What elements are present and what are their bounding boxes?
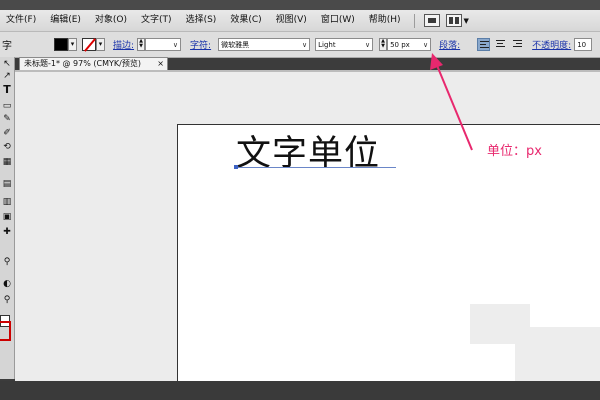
- type-tool-icon[interactable]: T: [0, 84, 14, 95]
- opacity-field[interactable]: 10: [574, 38, 593, 51]
- stroke-color-swatch[interactable]: [82, 38, 96, 51]
- canvas-area[interactable]: [15, 72, 600, 382]
- menu-help[interactable]: 帮助(H): [362, 10, 408, 31]
- control-bar: 字 ▾ ▾ 描边: ▲ ▼ ∨ 字符: 微软雅黑 ∨ Light ∨ ▲ ▼ 50 …: [0, 32, 600, 58]
- menu-window[interactable]: 窗口(W): [314, 10, 362, 31]
- text-anchor-point: [234, 165, 238, 169]
- document-tab-title: 未标题-1* @ 97% (CMYK/预览): [24, 59, 141, 68]
- warp-tool-icon[interactable]: ▦: [0, 157, 14, 168]
- rectangle-tool-icon[interactable]: ▭: [0, 101, 14, 112]
- font-size-field[interactable]: 50 px ∨: [387, 38, 432, 51]
- menu-file[interactable]: 文件(F): [0, 10, 43, 31]
- font-size-stepper[interactable]: ▲ ▼: [379, 38, 388, 51]
- pencil-tool-icon[interactable]: ✐: [0, 128, 14, 139]
- eyedropper-tool-icon[interactable]: ⚲: [0, 257, 14, 268]
- bridge-icon[interactable]: [423, 14, 440, 27]
- artboard-text[interactable]: 文字单位: [236, 134, 380, 174]
- stroke-weight-field[interactable]: ∨: [145, 38, 182, 51]
- font-style-value: Light: [318, 40, 336, 49]
- arrange-documents-icon[interactable]: [445, 14, 462, 27]
- menu-select[interactable]: 选择(S): [179, 10, 224, 31]
- menu-effect[interactable]: 效果(C): [223, 10, 268, 31]
- menu-separator: [413, 13, 415, 28]
- stroke-dropdown[interactable]: ▾: [96, 38, 105, 51]
- chevron-down-icon: ∨: [364, 40, 371, 49]
- fill-dropdown[interactable]: ▾: [68, 38, 77, 51]
- chevron-down-icon[interactable]: ▼: [464, 17, 469, 25]
- chevron-down-icon: ∨: [172, 40, 179, 49]
- blurred-watermark: [515, 327, 600, 382]
- direct-selection-tool-icon[interactable]: ↗: [0, 71, 14, 82]
- menu-edit[interactable]: 编辑(E): [43, 10, 88, 31]
- align-center-icon[interactable]: [494, 38, 507, 51]
- rotate-tool-icon[interactable]: ⟲: [0, 142, 14, 153]
- character-label[interactable]: 字符:: [190, 38, 211, 51]
- zoom-tool-icon[interactable]: ⚲: [0, 295, 14, 306]
- align-left-icon[interactable]: [477, 38, 491, 51]
- stroke-label[interactable]: 描边:: [113, 38, 134, 51]
- menu-view[interactable]: 视图(V): [269, 10, 314, 31]
- chevron-down-icon: ∨: [301, 40, 308, 49]
- font-style-field[interactable]: Light ∨: [315, 38, 374, 51]
- menu-bar: 文件(F) 编辑(E) 对象(O) 文字(T) 选择(S) 效果(C) 视图(V…: [0, 10, 600, 32]
- font-size-value: 50 px: [390, 40, 410, 49]
- tools-panel: ↖ ↗ T ▭ ✎ ✐ ⟲ ▦ ▤ ▥ ▣ ✚ ⚲ ◐ ⚲: [0, 57, 15, 379]
- window-top-strip: [0, 0, 600, 10]
- status-bar: [0, 381, 600, 400]
- paragraph-label[interactable]: 段落:: [439, 38, 460, 51]
- blend-tool-icon[interactable]: ✚: [0, 227, 14, 238]
- align-right-icon[interactable]: [511, 38, 524, 51]
- font-family-value: 微软雅黑: [221, 40, 250, 49]
- menu-type[interactable]: 文字(T): [134, 10, 179, 31]
- opacity-value: 10: [577, 40, 587, 49]
- text-baseline: [236, 167, 396, 168]
- menu-object[interactable]: 对象(O): [88, 10, 134, 31]
- close-icon[interactable]: ×: [157, 58, 164, 70]
- selection-tool-icon[interactable]: ↖: [0, 59, 14, 70]
- fill-color-swatch[interactable]: [54, 38, 68, 51]
- stroke-swatch-icon[interactable]: [0, 321, 11, 341]
- document-tab[interactable]: 未标题-1* @ 97% (CMYK/预览) ×: [19, 57, 168, 70]
- opacity-label[interactable]: 不透明度:: [532, 38, 571, 51]
- chevron-down-icon: ∨: [422, 40, 429, 49]
- annotation-label: 单位：px: [487, 144, 542, 159]
- current-tool-label: 字: [2, 41, 12, 52]
- stroke-weight-stepper[interactable]: ▲ ▼: [137, 38, 146, 51]
- gradient-tool-icon[interactable]: ▣: [0, 212, 14, 223]
- graph-tool-icon[interactable]: ▤: [0, 179, 14, 190]
- font-family-field[interactable]: 微软雅黑 ∨: [218, 38, 311, 51]
- pen-tool-icon[interactable]: ✎: [0, 114, 14, 125]
- hand-tool-icon[interactable]: ◐: [0, 279, 14, 290]
- mesh-tool-icon[interactable]: ▥: [0, 197, 14, 208]
